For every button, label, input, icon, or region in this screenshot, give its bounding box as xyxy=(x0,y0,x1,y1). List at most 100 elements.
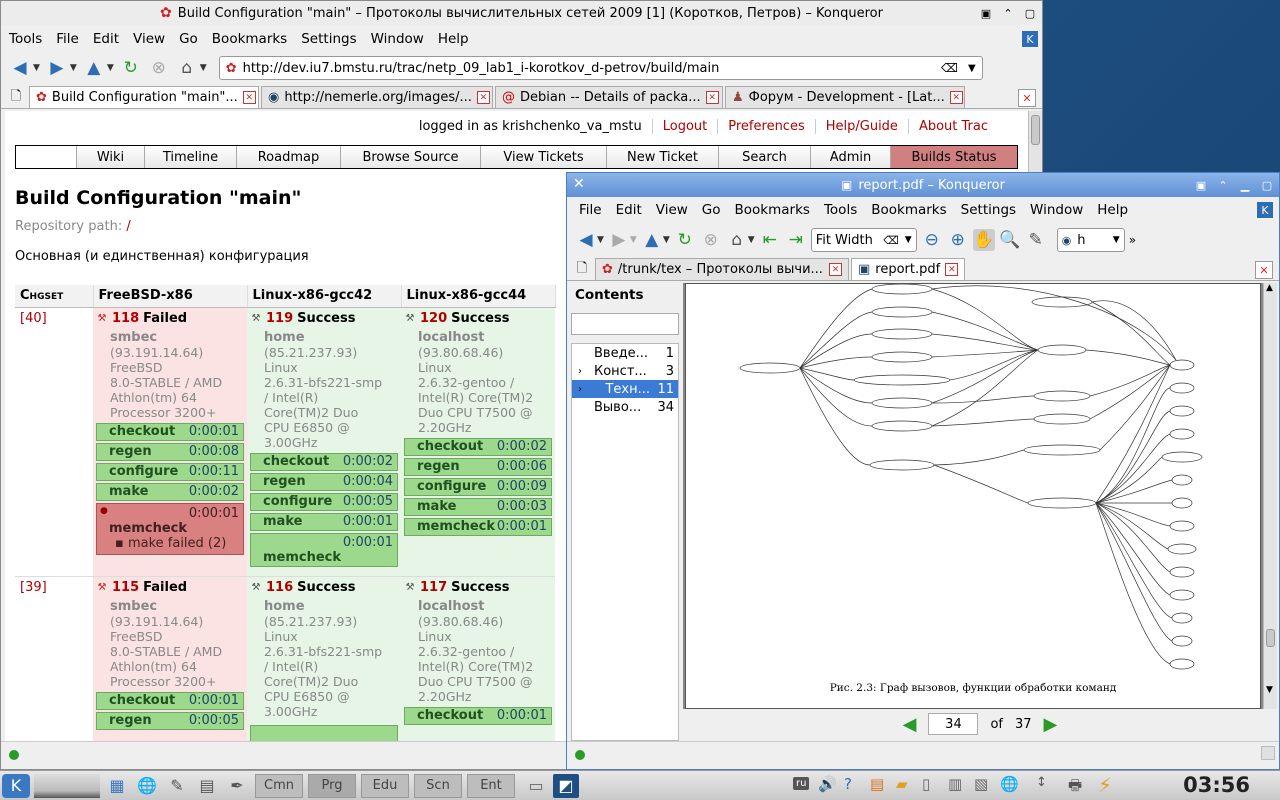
build-step[interactable]: checkout 0:00:02 xyxy=(404,437,552,456)
close-current-tab-icon[interactable]: ✕ xyxy=(1018,89,1036,107)
maximize-icon[interactable]: ▢ xyxy=(1022,5,1038,21)
menu-go[interactable]: Go xyxy=(702,202,721,218)
tray-globe-icon[interactable]: 🌐 xyxy=(1000,775,1019,793)
resize-grip-icon[interactable] xyxy=(1261,746,1275,760)
kde-menu-icon[interactable]: K xyxy=(2,773,30,798)
nav-search[interactable]: Search xyxy=(718,146,810,168)
build-number-link[interactable]: 115 xyxy=(112,580,139,595)
expand-arrow-icon[interactable]: › xyxy=(578,366,582,377)
task-window-icon[interactable]: ▭ xyxy=(523,774,549,798)
up-dropdown-icon[interactable]: ▼ xyxy=(107,63,114,73)
save-icon[interactable]: ▤ xyxy=(194,774,220,798)
changeset-link[interactable]: [39] xyxy=(20,580,47,595)
reload-icon[interactable]: ↻ xyxy=(120,57,142,79)
up-icon[interactable]: ▲ xyxy=(641,229,663,251)
menu-window[interactable]: Window xyxy=(371,31,424,47)
annotate-icon[interactable]: ✎ xyxy=(1025,229,1047,251)
next-page-icon[interactable]: ⇥ xyxy=(785,229,807,251)
back-dropdown-icon[interactable]: ▼ xyxy=(33,63,40,73)
tray-printer-icon[interactable]: 🖶 xyxy=(1068,775,1082,800)
tray-arrows-icon[interactable]: ↕ xyxy=(1036,775,1047,790)
menu-window[interactable]: Window xyxy=(1030,202,1083,218)
build-step[interactable]: make 0:00:02 xyxy=(96,482,244,501)
preferences-link[interactable]: Preferences xyxy=(728,119,804,134)
scrollbar-thumb[interactable] xyxy=(1266,629,1275,647)
next-page-arrow-icon[interactable]: ▶ xyxy=(1044,714,1058,735)
nav-new-ticket[interactable]: New Ticket xyxy=(606,146,718,168)
toc-item[interactable]: Выво... 34 xyxy=(572,398,678,416)
menu-go[interactable]: Go xyxy=(179,31,198,47)
menu-help[interactable]: Help xyxy=(438,31,469,47)
up-dropdown-icon[interactable]: ▼ xyxy=(663,235,670,245)
nav-timeline[interactable]: Timeline xyxy=(144,146,236,168)
logout-link[interactable]: Logout xyxy=(663,119,708,134)
build-step[interactable]: checkout 0:00:01 xyxy=(96,691,244,710)
desktop-pager-scn[interactable]: Scn xyxy=(414,773,462,798)
build-step[interactable]: memcheck 0:00:01 xyxy=(404,517,552,536)
new-tab-icon[interactable]: 🗋 xyxy=(571,260,593,280)
failed-build-step[interactable]: ● 0:00:01 memcheck ▪ make failed (2) xyxy=(96,502,244,555)
menu-bookmarks[interactable]: Bookmarks xyxy=(735,202,810,218)
menu-settings[interactable]: Settings xyxy=(301,31,356,47)
back-icon[interactable]: ◀ xyxy=(575,229,597,251)
desktop-pager-edu[interactable]: Edu xyxy=(361,773,409,798)
forward-dropdown-icon[interactable]: ▼ xyxy=(630,235,637,245)
tray-calendar-icon[interactable]: ▧ xyxy=(974,775,988,793)
window-titlebar[interactable]: ✕ ▣ report.pdf – Konqueror ▣ ⌃ ▁ ▢ xyxy=(567,173,1279,197)
page-number-input[interactable]: 34 xyxy=(928,713,979,735)
menu-tools[interactable]: Tools xyxy=(824,202,857,218)
zoom-dropdown-icon[interactable]: ▼ xyxy=(905,235,912,245)
tray-clipboard-icon[interactable]: ▯ xyxy=(922,775,930,793)
build-step[interactable]: checkout 0:00:01 xyxy=(404,706,552,725)
scrollbar-thumb[interactable] xyxy=(1031,115,1040,145)
tray-volume-icon[interactable]: 🔊 xyxy=(818,775,837,793)
toc-item-selected[interactable]: › Техн... 11 xyxy=(572,380,678,398)
build-step[interactable]: regen 0:00:04 xyxy=(250,472,398,491)
scroll-down-icon[interactable]: ▼ xyxy=(1266,685,1273,695)
contents-search-input[interactable] xyxy=(571,313,679,335)
menu-edit[interactable]: Edit xyxy=(616,202,642,218)
editor-icon[interactable]: ✎ xyxy=(164,774,190,798)
desktop-pager-cmn[interactable]: Cmn xyxy=(255,773,303,798)
tab-debian[interactable]: @ Debian -- Details of packa... ✕ xyxy=(495,86,723,108)
nav-wiki[interactable]: Wiki xyxy=(76,146,144,168)
expand-arrow-icon[interactable]: › xyxy=(578,384,582,395)
nav-browse-source[interactable]: Browse Source xyxy=(340,146,480,168)
home-dropdown-icon[interactable]: ▼ xyxy=(200,63,207,73)
browse-tool-icon[interactable]: ✋ xyxy=(972,229,995,251)
tab-report-pdf[interactable]: ▣ report.pdf ✕ xyxy=(851,258,965,280)
home-dropdown-icon[interactable]: ▼ xyxy=(748,235,755,245)
close-current-tab-icon[interactable]: ✕ xyxy=(1255,261,1273,279)
build-step[interactable]: regen 0:00:06 xyxy=(404,457,552,476)
build-step[interactable]: checkout 0:00:02 xyxy=(250,452,398,471)
back-dropdown-icon[interactable]: ▼ xyxy=(597,235,604,245)
tab-nemerle[interactable]: ◉ http://nemerle.org/images/... ✕ xyxy=(261,86,493,108)
close-window-icon[interactable]: ✕ xyxy=(573,176,585,192)
repository-path-link[interactable]: / xyxy=(126,219,130,234)
tab-build-configuration[interactable]: ✿ Build Configuration "main"... ✕ xyxy=(29,86,259,108)
monitor-icon[interactable]: ▦ xyxy=(104,774,130,798)
minimize-icon[interactable]: ▁ xyxy=(1237,177,1253,193)
forward-icon[interactable]: ▶ xyxy=(46,57,68,79)
build-number-link[interactable]: 118 xyxy=(112,311,139,326)
clock[interactable]: 03:56 xyxy=(1183,773,1250,797)
menu-view[interactable]: View xyxy=(656,202,688,218)
zoom-select[interactable]: Fit Width ⌫ ▼ xyxy=(810,228,917,252)
keep-above-icon[interactable]: ▣ xyxy=(1193,177,1209,193)
changeset-link[interactable]: [40] xyxy=(20,311,47,326)
about-trac-link[interactable]: About Trac xyxy=(919,119,988,134)
close-tab-icon[interactable]: ✕ xyxy=(829,263,842,276)
tab-trunk-tex[interactable]: ✿ /trunk/tex – Протоколы вычи... ✕ xyxy=(595,258,849,280)
stop-icon[interactable]: ⊗ xyxy=(700,229,722,251)
build-step[interactable]: regen 0:00:08 xyxy=(96,442,244,461)
nav-admin[interactable]: Admin xyxy=(810,146,890,168)
scroll-up-icon[interactable]: ▲ xyxy=(1266,283,1273,293)
keyboard-layout-indicator[interactable]: ru xyxy=(793,777,810,790)
tab-forum[interactable]: ♟ Форум - Development - [Lat... ✕ xyxy=(725,86,965,108)
menu-help[interactable]: Help xyxy=(1097,202,1128,218)
search-engine-box[interactable]: ◉ h ▼ xyxy=(1056,228,1125,252)
zoom-out-icon[interactable]: ⊖ xyxy=(921,229,943,251)
close-tab-icon[interactable]: ✕ xyxy=(705,91,719,104)
build-step[interactable]: make 0:00:03 xyxy=(404,497,552,516)
menu-file[interactable]: File xyxy=(579,202,602,218)
